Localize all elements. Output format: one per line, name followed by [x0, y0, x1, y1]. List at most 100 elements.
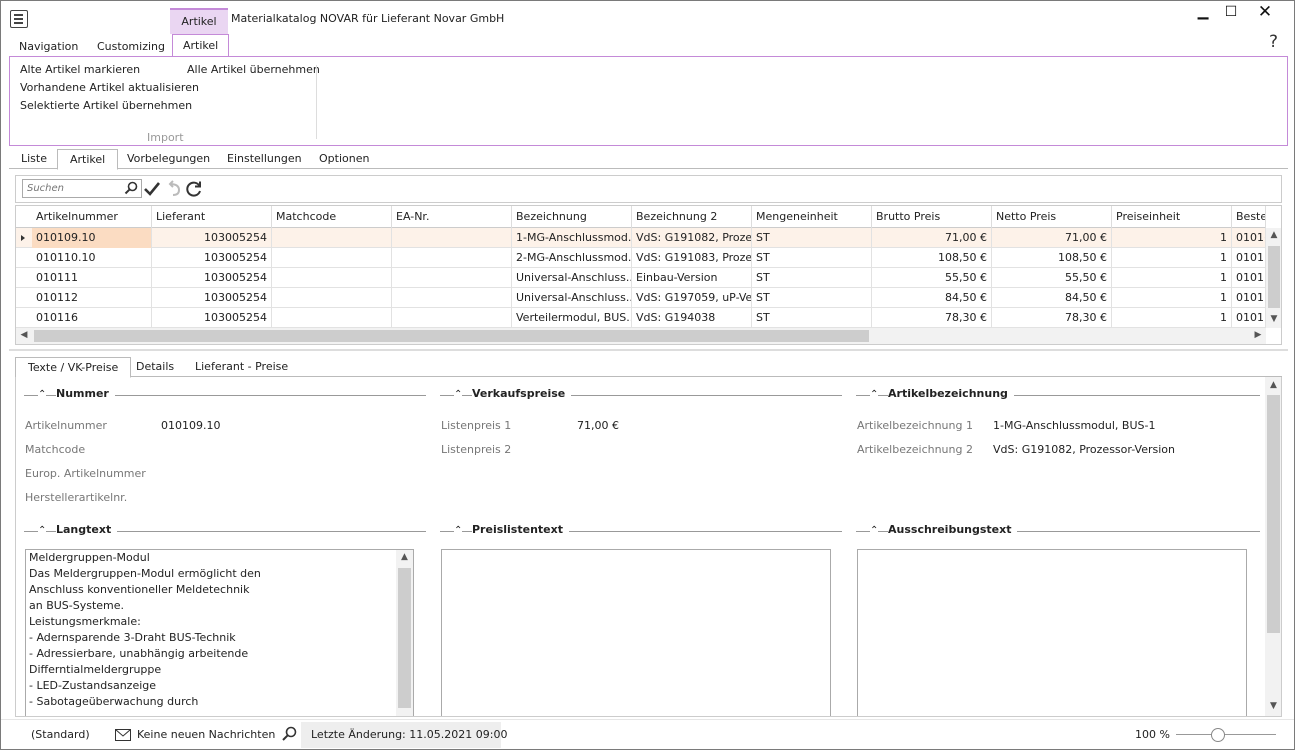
cell-preiseinheit[interactable]: 1 [1112, 308, 1232, 328]
table-row[interactable]: 010109.10 103005254 1-MG-Anschlussmod...… [16, 228, 1266, 248]
cell-ea-nr[interactable] [392, 308, 512, 328]
cell-bezeichnung[interactable]: Verteilermodul, BUS... [512, 308, 632, 328]
cell-brutto-preis[interactable]: 108,50 € [872, 248, 992, 268]
chevron-up-icon[interactable]: ⌃ [870, 389, 879, 400]
langtext-scroll-thumb[interactable] [398, 568, 411, 708]
listenpreis-1-value[interactable]: 71,00 € [577, 419, 619, 432]
cell-mengeneinheit[interactable]: ST [752, 268, 872, 288]
cell-matchcode[interactable] [272, 288, 392, 308]
cell-lieferant[interactable]: 103005254 [152, 308, 272, 328]
check-icon[interactable] [143, 180, 161, 198]
langtext-scrollbar[interactable]: ▲ [396, 550, 413, 716]
app-icon[interactable] [10, 10, 28, 28]
table-row[interactable]: 010110.10 103005254 2-MG-Anschlussmod...… [16, 248, 1266, 268]
maximize-button[interactable]: ☐ [1215, 3, 1247, 23]
status-messages[interactable]: Keine neuen Nachrichten [137, 728, 275, 741]
col-mengeneinheit[interactable]: Mengeneinheit [752, 206, 872, 228]
scroll-right-icon[interactable]: ▶ [1250, 330, 1266, 340]
cell-bestellnummer[interactable]: 01011 [1232, 248, 1266, 268]
col-bezeichnung[interactable]: Bezeichnung [512, 206, 632, 228]
import-all-button[interactable]: Alle Artikel übernehmen [187, 63, 320, 76]
cell-bezeichnung-2[interactable]: VdS: G191083, Proze... [632, 248, 752, 268]
cell-bezeichnung[interactable]: 1-MG-Anschlussmod... [512, 228, 632, 248]
tab-details[interactable]: Details [136, 360, 174, 373]
col-bezeichnung-2[interactable]: Bezeichnung 2 [632, 206, 752, 228]
section-preislistentext[interactable]: ⌃ Preislistentext [432, 523, 842, 539]
cell-lieferant[interactable]: 103005254 [152, 268, 272, 288]
cell-lieferant[interactable]: 103005254 [152, 288, 272, 308]
help-icon[interactable]: ? [1269, 32, 1278, 52]
section-langtext[interactable]: ⌃ Langtext [16, 523, 426, 539]
cell-ea-nr[interactable] [392, 288, 512, 308]
artikelnummer-value[interactable]: 010109.10 [161, 419, 221, 432]
cell-bezeichnung[interactable]: Universal-Anschluss... [512, 268, 632, 288]
search-icon[interactable] [281, 726, 297, 742]
tab-lieferant-preise[interactable]: Lieferant - Preise [195, 360, 288, 373]
chevron-up-icon[interactable]: ⌃ [454, 389, 463, 400]
scroll-up-icon[interactable]: ▲ [1265, 380, 1281, 390]
tab-liste[interactable]: Liste [21, 152, 47, 165]
cell-bezeichnung[interactable]: Universal-Anschluss... [512, 288, 632, 308]
chevron-up-icon[interactable]: ⌃ [38, 525, 47, 536]
grid-vscroll-thumb[interactable] [1268, 246, 1280, 308]
cell-netto-preis[interactable]: 84,50 € [992, 288, 1112, 308]
chevron-up-icon[interactable]: ⌃ [454, 525, 463, 536]
tab-einstellungen[interactable]: Einstellungen [227, 152, 302, 165]
cell-artikelnummer[interactable]: 010111 [32, 268, 152, 288]
cell-brutto-preis[interactable]: 55,50 € [872, 268, 992, 288]
col-brutto-preis[interactable]: Brutto Preis [872, 206, 992, 228]
cell-bestellnummer[interactable]: 01011 [1232, 268, 1266, 288]
cell-bestellnummer[interactable]: 0101( [1232, 228, 1266, 248]
col-artikelnummer[interactable]: Artikelnummer [32, 206, 152, 228]
artikelbezeichnung-2-value[interactable]: VdS: G191082, Prozessor-Version [993, 443, 1175, 456]
zoom-slider-thumb[interactable] [1211, 728, 1225, 742]
section-verkaufspreise[interactable]: ⌃ Verkaufspreise [432, 387, 842, 403]
cell-netto-preis[interactable]: 55,50 € [992, 268, 1112, 288]
cell-bezeichnung-2[interactable]: VdS: G197059, uP-Ve... [632, 288, 752, 308]
search-icon[interactable] [124, 181, 138, 195]
ribbon-tab-navigation[interactable]: Navigation [19, 37, 78, 57]
update-articles-button[interactable]: Vorhandene Artikel aktualisieren [20, 81, 199, 94]
cell-netto-preis[interactable]: 78,30 € [992, 308, 1112, 328]
table-row[interactable]: 010111 103005254 Universal-Anschluss... … [16, 268, 1266, 288]
cell-mengeneinheit[interactable]: ST [752, 308, 872, 328]
cell-artikelnummer[interactable]: 010110.10 [32, 248, 152, 268]
cell-netto-preis[interactable]: 71,00 € [992, 228, 1112, 248]
mark-old-articles-button[interactable]: Alte Artikel markieren [20, 63, 140, 76]
cell-netto-preis[interactable]: 108,50 € [992, 248, 1112, 268]
zoom-slider[interactable] [1176, 734, 1276, 735]
col-preiseinheit[interactable]: Preiseinheit [1112, 206, 1232, 228]
grid-horizontal-scrollbar[interactable]: ◀ ▶ [16, 328, 1266, 344]
cell-mengeneinheit[interactable]: ST [752, 248, 872, 268]
cell-preiseinheit[interactable]: 1 [1112, 228, 1232, 248]
scroll-down-icon[interactable]: ▼ [1265, 701, 1281, 711]
cell-bezeichnung-2[interactable]: VdS: G191082, Proze... [632, 228, 752, 248]
table-row[interactable]: 010112 103005254 Universal-Anschluss... … [16, 288, 1266, 308]
section-nummer[interactable]: ⌃ Nummer [16, 387, 426, 403]
detail-vscroll-thumb[interactable] [1267, 395, 1280, 633]
cell-lieferant[interactable]: 103005254 [152, 228, 272, 248]
cell-bezeichnung-2[interactable]: VdS: G194038 [632, 308, 752, 328]
cell-bestellnummer[interactable]: 01011 [1232, 288, 1266, 308]
col-netto-preis[interactable]: Netto Preis [992, 206, 1112, 228]
cell-matchcode[interactable] [272, 248, 392, 268]
detail-vertical-scrollbar[interactable]: ▲ ▼ [1265, 377, 1281, 716]
tab-artikel[interactable]: Artikel [57, 149, 119, 170]
chevron-up-icon[interactable]: ⌃ [38, 389, 47, 400]
artikelbezeichnung-1-value[interactable]: 1-MG-Anschlussmodul, BUS-1 [993, 419, 1155, 432]
cell-ea-nr[interactable] [392, 228, 512, 248]
cell-brutto-preis[interactable]: 78,30 € [872, 308, 992, 328]
section-artikelbezeichnung[interactable]: ⌃ Artikelbezeichnung [848, 387, 1260, 403]
scroll-up-icon[interactable]: ▲ [396, 552, 413, 562]
cell-preiseinheit[interactable]: 1 [1112, 288, 1232, 308]
cell-brutto-preis[interactable]: 84,50 € [872, 288, 992, 308]
cell-matchcode[interactable] [272, 228, 392, 248]
cell-bezeichnung[interactable]: 2-MG-Anschlussmod... [512, 248, 632, 268]
ribbon-tab-artikel[interactable]: Artikel [172, 34, 230, 57]
status-profile[interactable]: (Standard) [31, 728, 90, 741]
panel-splitter[interactable] [9, 349, 1288, 351]
cell-artikelnummer[interactable]: 010116 [32, 308, 152, 328]
ribbon-tab-customizing[interactable]: Customizing [97, 37, 165, 57]
cell-mengeneinheit[interactable]: ST [752, 228, 872, 248]
cell-lieferant[interactable]: 103005254 [152, 248, 272, 268]
